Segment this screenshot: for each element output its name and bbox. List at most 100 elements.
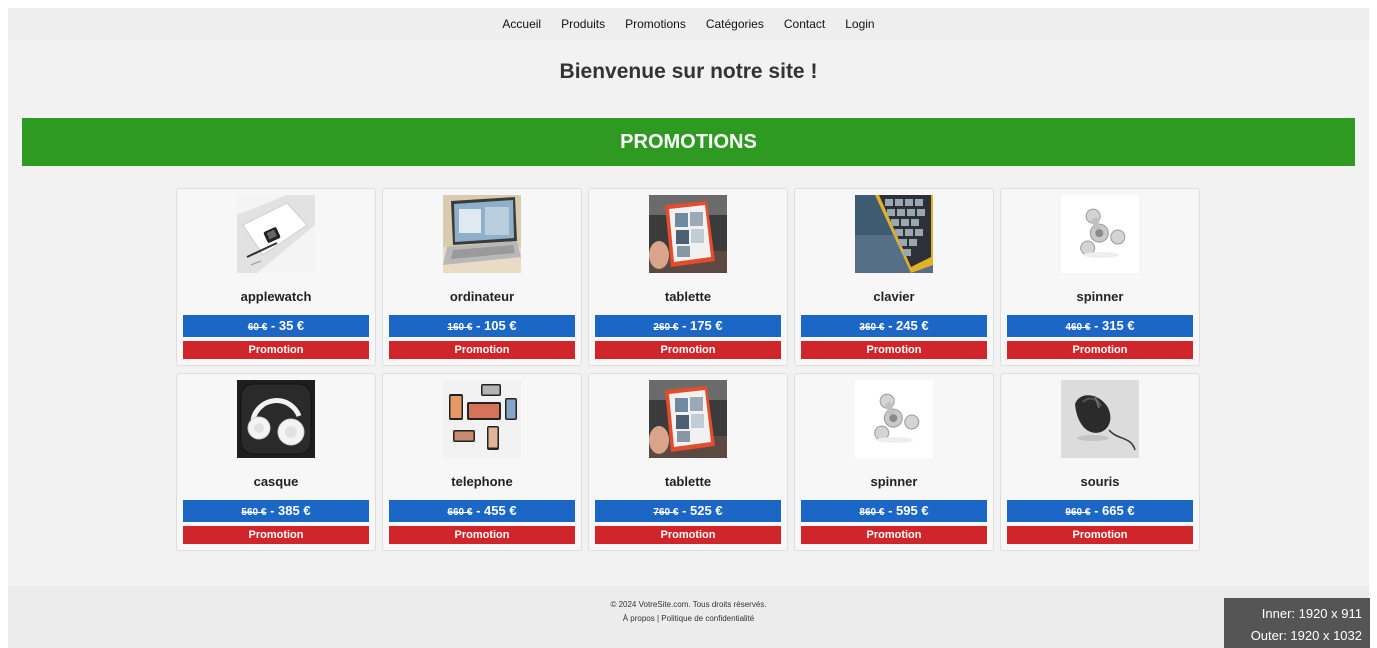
price-box: 460 € - 315 € — [1007, 315, 1193, 337]
product-card-casque[interactable]: casque 560 € - 385 € Promotion — [176, 373, 376, 551]
product-name: spinner — [870, 474, 918, 489]
promotion-badge: Promotion — [801, 526, 987, 544]
product-card-souris[interactable]: souris 960 € - 665 € Promotion — [1000, 373, 1200, 551]
price-box: 260 € - 175 € — [595, 315, 781, 337]
new-price: 105 € — [484, 318, 517, 333]
product-image[interactable] — [649, 195, 727, 273]
price-separator: - — [678, 503, 691, 518]
product-name: spinner — [1076, 289, 1124, 304]
outer-size-label: Outer: 1920 x 1032 — [1250, 628, 1362, 643]
old-price: 460 € — [1065, 322, 1091, 333]
footer-link-about[interactable]: À propos — [623, 614, 655, 623]
price-separator: - — [267, 318, 279, 333]
new-price: 175 € — [690, 318, 723, 333]
product-card-tablette[interactable]: tablette 760 € - 525 € Promotion — [588, 373, 788, 551]
product-image[interactable] — [1061, 195, 1139, 273]
product-name: clavier — [873, 289, 915, 304]
price-separator: - — [266, 503, 279, 518]
footer-copyright: © 2024 VotreSite.com. Tous droits réserv… — [610, 600, 767, 609]
footer-link-privacy[interactable]: Politique de confidentialité — [661, 614, 754, 623]
product-name: tablette — [664, 289, 712, 304]
price-box: 860 € - 595 € — [801, 500, 987, 522]
promotion-badge: Promotion — [389, 341, 575, 359]
product-name: applewatch — [240, 289, 312, 304]
price-separator: - — [884, 318, 897, 333]
product-card-ordinateur[interactable]: ordinateur 160 € - 105 € Promotion — [382, 188, 582, 366]
old-price: 760 € — [653, 507, 679, 518]
old-price: 860 € — [859, 507, 885, 518]
old-price: 960 € — [1065, 507, 1091, 518]
price-box: 660 € - 455 € — [389, 500, 575, 522]
footer: © 2024 VotreSite.com. Tous droits réserv… — [8, 586, 1369, 648]
product-name: tablette — [664, 474, 712, 489]
old-price: 360 € — [859, 322, 885, 333]
nav-categories[interactable]: Catégories — [696, 17, 774, 31]
promotion-badge: Promotion — [183, 526, 369, 544]
nav-contact[interactable]: Contact — [774, 17, 835, 31]
new-price: 35 € — [278, 318, 305, 333]
nav-promotions[interactable]: Promotions — [615, 17, 696, 31]
product-image[interactable] — [1061, 380, 1139, 458]
product-card-telephone[interactable]: telephone 660 € - 455 € Promotion — [382, 373, 582, 551]
promotion-badge: Promotion — [1007, 526, 1193, 544]
product-image[interactable] — [237, 380, 315, 458]
new-price: 595 € — [896, 503, 929, 518]
new-price: 455 € — [484, 503, 517, 518]
old-price: 160 € — [447, 322, 473, 333]
promotion-badge: Promotion — [801, 341, 987, 359]
promotion-badge: Promotion — [389, 526, 575, 544]
window-size-overlay: Inner: 1920 x 911 Outer: 1920 x 1032 — [1224, 598, 1370, 648]
promotion-badge: Promotion — [1007, 341, 1193, 359]
product-image[interactable] — [855, 380, 933, 458]
promotion-badge: Promotion — [183, 341, 369, 359]
old-price: 260 € — [653, 322, 679, 333]
new-price: 525 € — [690, 503, 723, 518]
footer-links: À propos | Politique de confidentialité — [8, 614, 1369, 623]
product-card-clavier[interactable]: clavier 360 € - 245 € Promotion — [794, 188, 994, 366]
product-name: casque — [253, 474, 299, 489]
old-price: 560 € — [241, 507, 267, 518]
product-image[interactable] — [855, 195, 933, 273]
promotion-badge: Promotion — [595, 341, 781, 359]
product-name: telephone — [451, 474, 513, 489]
product-image[interactable] — [237, 195, 315, 273]
product-card-spinner[interactable]: spinner 860 € - 595 € Promotion — [794, 373, 994, 551]
product-image[interactable] — [649, 380, 727, 458]
product-card-tablette[interactable]: tablette 260 € - 175 € Promotion — [588, 188, 788, 366]
inner-size-label: Inner: 1920 x 911 — [1261, 606, 1362, 621]
banner-title: PROMOTIONS — [620, 130, 757, 153]
nav-login[interactable]: Login — [835, 17, 884, 31]
new-price: 245 € — [896, 318, 929, 333]
product-card-applewatch[interactable]: applewatch 60 € - 35 € Promotion — [176, 188, 376, 366]
price-box: 560 € - 385 € — [183, 500, 369, 522]
price-separator: - — [472, 318, 485, 333]
promotion-badge: Promotion — [595, 526, 781, 544]
page-title: Bienvenue sur notre site ! — [559, 60, 818, 83]
product-name: ordinateur — [449, 289, 515, 304]
nav-accueil[interactable]: Accueil — [492, 17, 551, 31]
price-separator: - — [678, 318, 691, 333]
new-price: 315 € — [1102, 318, 1135, 333]
promotions-banner: PROMOTIONS — [22, 118, 1355, 166]
product-card-spinner[interactable]: spinner 460 € - 315 € Promotion — [1000, 188, 1200, 366]
nav-produits[interactable]: Produits — [551, 17, 615, 31]
price-separator: - — [472, 503, 485, 518]
product-grid: applewatch 60 € - 35 € Promotion ordinat… — [176, 188, 1206, 551]
price-box: 160 € - 105 € — [389, 315, 575, 337]
product-image[interactable] — [443, 380, 521, 458]
price-box: 60 € - 35 € — [183, 315, 369, 337]
price-separator: - — [1090, 318, 1103, 333]
old-price: 660 € — [447, 507, 473, 518]
price-separator: - — [884, 503, 897, 518]
top-nav: Accueil Produits Promotions Catégories C… — [8, 8, 1369, 40]
new-price: 665 € — [1102, 503, 1135, 518]
old-price: 60 € — [247, 322, 268, 333]
new-price: 385 € — [278, 503, 311, 518]
price-separator: - — [1090, 503, 1103, 518]
product-name: souris — [1080, 474, 1120, 489]
price-box: 360 € - 245 € — [801, 315, 987, 337]
page: Accueil Produits Promotions Catégories C… — [8, 8, 1369, 648]
product-image[interactable] — [443, 195, 521, 273]
price-box: 760 € - 525 € — [595, 500, 781, 522]
price-box: 960 € - 665 € — [1007, 500, 1193, 522]
